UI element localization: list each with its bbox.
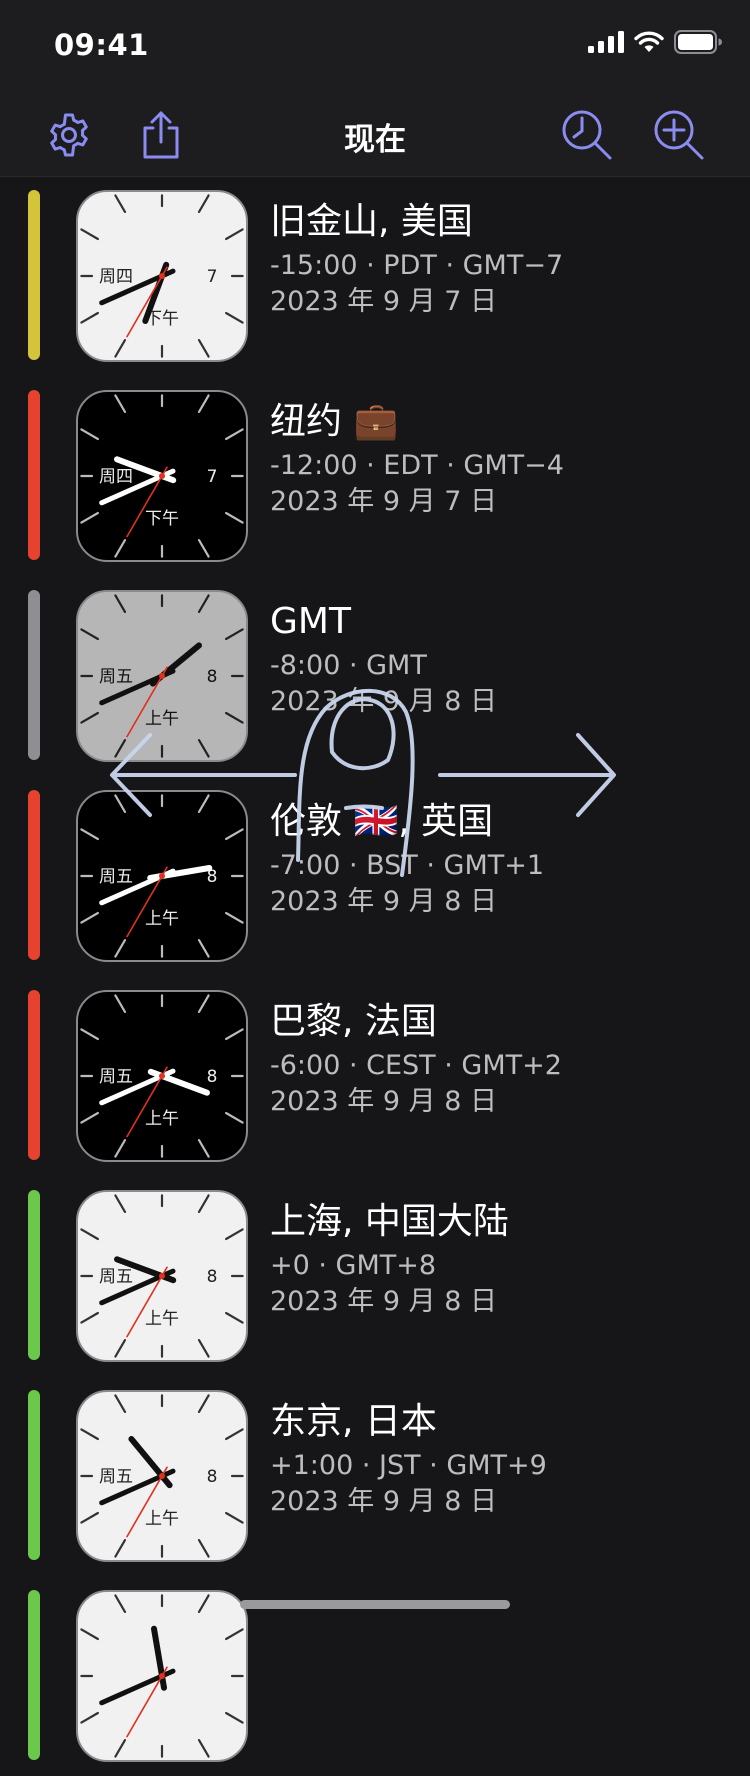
city-color-bar	[28, 390, 40, 560]
status-bar: 09:41	[0, 0, 750, 96]
analog-clock-icon: 周四 7下午	[76, 190, 248, 362]
navigation-bar: 现在	[0, 96, 750, 177]
city-color-bar	[28, 1190, 40, 1360]
analog-clock-icon: 周五 8 上午	[76, 590, 248, 762]
city-color-bar	[28, 1590, 40, 1760]
city-offset: -6:00 · CEST · GMT+2	[270, 1050, 562, 1081]
status-icons	[588, 30, 722, 54]
city-color-bar	[28, 190, 40, 360]
city-date: 2023 年 9 月 8 日	[270, 686, 497, 717]
city-color-bar	[28, 1390, 40, 1560]
status-time: 09:41	[54, 28, 149, 62]
clock-weekday: 周五	[99, 1467, 133, 1487]
city-name: 旧金山, 美国	[270, 201, 473, 242]
city-name: 纽约 💼	[270, 401, 399, 442]
city-date: 2023 年 9 月 7 日	[270, 486, 497, 517]
clock-day: 8	[207, 1267, 218, 1287]
city-name: 上海, 中国大陆	[270, 1201, 509, 1242]
city-name: 巴黎, 法国	[270, 1001, 437, 1042]
clock-weekday: 周四	[99, 467, 133, 487]
city-date: 2023 年 9 月 7 日	[270, 286, 497, 317]
battery-icon	[674, 30, 722, 54]
add-city-button[interactable]	[650, 106, 708, 164]
clock-search-icon	[562, 110, 612, 160]
city-name: 东京, 日本	[270, 1401, 437, 1442]
clock-day: 8	[207, 1467, 218, 1487]
city-row[interactable]: 周五 8 上午 GMT -8:00 · GMT 2023 年 9 月 8 日	[0, 576, 750, 776]
city-info: 旧金山, 美国 -15:00 · PDT · GMT−7 2023 年 9 月 7 …	[270, 198, 563, 320]
city-color-bar	[28, 590, 40, 760]
clock-weekday: 周五	[99, 1267, 133, 1287]
zoom-in-icon	[654, 110, 704, 160]
city-date: 2023 年 9 月 8 日	[270, 1286, 497, 1317]
city-offset: +1:00 · JST · GMT+9	[270, 1450, 547, 1481]
city-info: 东京, 日本 +1:00 · JST · GMT+9 2023 年 9 月 8 日	[270, 1398, 547, 1520]
clock-ampm: 上午	[145, 709, 179, 729]
city-info: 上海, 中国大陆 +0 · GMT+8 2023 年 9 月 8 日	[270, 1198, 509, 1320]
analog-clock-icon: 周四 7 下午	[76, 390, 248, 562]
clock-weekday: 周五	[99, 667, 133, 687]
city-row[interactable]: 周五 8 上午 上海, 中国大陆 +0 · GMT+8 2023 年 9 月 8 日	[0, 1176, 750, 1376]
clock-weekday: 周五	[99, 867, 133, 887]
wifi-icon	[634, 31, 664, 52]
city-info: GMT -8:00 · GMT 2023 年 9 月 8 日	[270, 598, 497, 720]
analog-clock-icon: 周五 8 上午	[76, 1390, 248, 1562]
city-info: 巴黎, 法国 -6:00 · CEST · GMT+2 2023 年 9 月 8 日	[270, 998, 562, 1120]
clock-ampm: 上午	[145, 1509, 179, 1529]
analog-clock-icon: 周五 8 上午	[76, 1190, 248, 1362]
city-row[interactable]: 周四 7 下午 旧金山, 美国 -15:00 · PDT · GMT−7 2023 年 9…	[0, 176, 750, 376]
clock-day: 7	[207, 267, 218, 287]
analog-clock-icon	[76, 1590, 248, 1762]
city-color-bar	[28, 790, 40, 960]
page-title: 现在	[344, 122, 406, 158]
home-indicator	[240, 1600, 510, 1609]
city-color-bar	[28, 990, 40, 1160]
city-offset: -8:00 · GMT	[270, 650, 427, 681]
clock-weekday: 周五	[99, 1067, 133, 1087]
clock-day: 7	[207, 467, 218, 487]
clock-ampm: 上午	[145, 1309, 179, 1329]
cellular-signal-icon	[588, 31, 624, 53]
city-info: 伦敦 🇬🇧, 英国 -7:00 · BST · GMT+1 2023 年 9 月 8…	[270, 798, 544, 920]
city-name: GMT	[270, 601, 351, 642]
clock-day: 8	[207, 667, 218, 687]
city-offset: -7:00 · BST · GMT+1	[270, 850, 545, 881]
clock-ampm: 下午	[145, 509, 179, 529]
clock-weekday: 周四	[99, 267, 133, 287]
city-row[interactable]: 周五 8 上午 伦敦 🇬🇧, 英国 -7:00 · BST · GMT+1 2023 年 …	[0, 776, 750, 976]
city-offset: -12:00 · EDT · GMT−4	[270, 450, 564, 481]
analog-clock-icon: 周五 8 上午	[76, 990, 248, 1162]
city-date: 2023 年 9 月 8 日	[270, 1086, 497, 1117]
city-name: 伦敦 🇬🇧, 英国	[270, 801, 494, 842]
city-row[interactable]: 周五 8 上午 东京, 日本 +1:00 · JST · GMT+9 2023 年 9 月…	[0, 1376, 750, 1576]
time-search-button[interactable]	[558, 106, 616, 164]
clock-day: 8	[207, 1067, 218, 1087]
city-offset: -15:00 · PDT · GMT−7	[270, 250, 564, 281]
clock-ampm: 上午	[145, 1109, 179, 1129]
city-row[interactable]: 周四 7 下午 纽约 💼 -12:00 · EDT · GMT−4 2023 年 9 月 …	[0, 376, 750, 576]
city-date: 2023 年 9 月 8 日	[270, 1486, 497, 1517]
city-info: 纽约 💼 -12:00 · EDT · GMT−4 2023 年 9 月 7 日	[270, 398, 564, 520]
city-offset: +0 · GMT+8	[270, 1250, 437, 1281]
clock-ampm: 上午	[145, 909, 179, 929]
city-row[interactable]: 周五 8 上午 巴黎, 法国 -6:00 · CEST · GMT+2 2023 年 9 …	[0, 976, 750, 1176]
analog-clock-icon: 周五 8上午	[76, 790, 248, 962]
city-date: 2023 年 9 月 8 日	[270, 886, 497, 917]
